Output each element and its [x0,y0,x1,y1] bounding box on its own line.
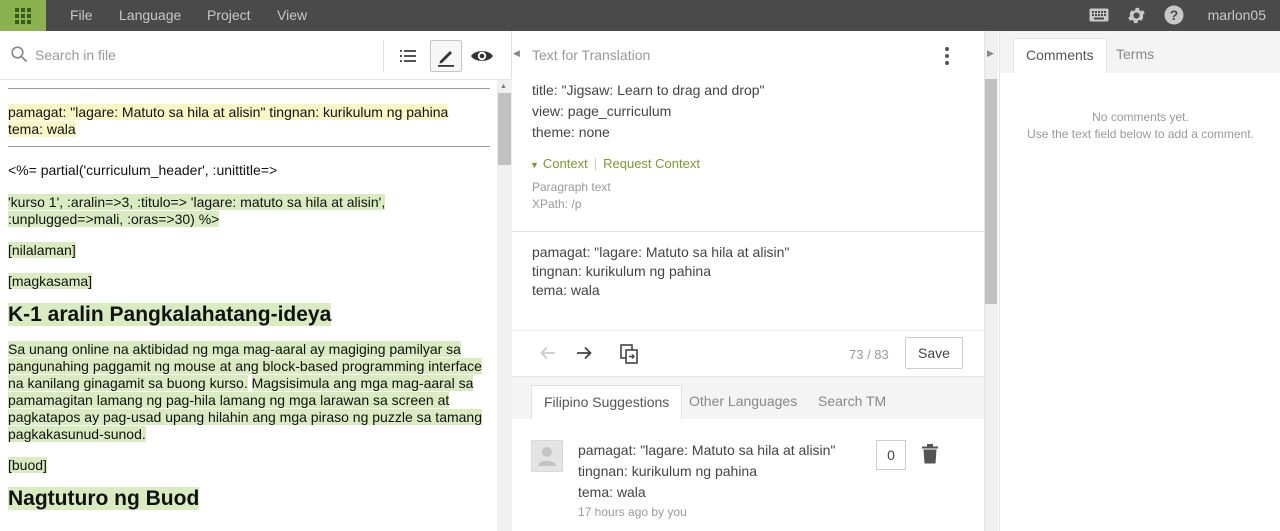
search-icon [11,46,28,63]
translation-editor[interactable]: pamagat: "lagare: Matuto sa hila at alis… [532,243,789,300]
list-view-button[interactable] [392,40,424,72]
tab-filipino-suggestions[interactable]: Filipino Suggestions [531,385,683,419]
editor-divider [512,330,984,331]
source-text: title: "Jigsaw: Learn to drag and drop" … [532,82,765,140]
menu-project[interactable]: Project [207,0,251,31]
translation-scroll-thumb[interactable] [985,79,997,304]
doc-heading-overview[interactable]: K-1 aralin Pangkalahatang-ideya [8,302,490,328]
request-context-link[interactable]: Request Context [603,156,700,171]
avatar [531,440,563,472]
suggestion-text[interactable]: pamagat: "lagare: Matuto sa hila at alis… [578,440,835,503]
doc-paragraph-nilalaman[interactable]: [nilalaman] [8,242,490,259]
context-meta: Paragraph text XPath: /p [532,179,611,213]
doc-front-matter[interactable]: pamagat: "lagare: Matuto sa hila at alis… [8,104,490,138]
doc-paragraph-partial[interactable]: <%= partial('curriculum_header', :unitti… [8,162,490,179]
tab-comments[interactable]: Comments [1013,38,1107,73]
string-counter: 73 / 83 [849,347,889,362]
next-arrow-icon[interactable] [574,343,594,363]
context-toggle[interactable]: Context [543,156,588,171]
collapse-right-icon[interactable]: ▶ [987,48,994,59]
empty-comments-message: No comments yet. Use the text field belo… [1027,110,1254,141]
save-button[interactable]: Save [905,337,963,369]
more-options-icon[interactable] [942,47,952,65]
tab-other-languages[interactable]: Other Languages [677,385,809,419]
doc-paragraph-magkasama[interactable]: [magkasama] [8,273,490,290]
caret-down-icon[interactable]: ▼ [530,160,539,170]
previous-arrow-icon[interactable] [538,343,558,363]
eye-icon [471,51,493,61]
username[interactable]: marlon05 [1208,0,1266,31]
comments-panel: Comments Terms No comments yet. Use the … [999,31,1280,531]
gear-icon[interactable] [1126,5,1147,26]
keyboard-icon[interactable] [1089,8,1109,22]
preview-button[interactable] [466,40,498,72]
context-separator: | [593,156,598,171]
doc-heading-summary[interactable]: Nagtuturo ng Buod [8,486,490,512]
vote-count[interactable]: 0 [876,440,906,470]
apps-grid-icon[interactable] [0,0,46,31]
file-panel: pamagat: "lagare: Matuto sa hila at alis… [0,31,512,531]
document-scroll-thumb[interactable] [498,93,511,165]
tab-terms[interactable]: Terms [1104,38,1166,73]
context-type: Paragraph text [532,180,611,194]
comment-tabs: Comments Terms [1000,31,1280,73]
suggestion-timestamp: 17 hours ago by you [578,505,687,519]
edit-view-button[interactable] [430,40,462,72]
help-icon[interactable]: ? [1164,5,1184,25]
doc-paragraph-kurso[interactable]: 'kurso 1', :aralin=>3, :titulo=> 'lagare… [8,194,490,228]
tab-search-tm[interactable]: Search TM [806,385,898,419]
menu-view[interactable]: View [277,0,307,31]
copy-source-icon[interactable] [618,343,640,365]
suggestions-area: Filipino Suggestions Other Languages Sea… [512,376,984,531]
doc-paragraph-overview[interactable]: Sa unang online na aktibidad ng mga mag-… [8,341,490,443]
search-input[interactable] [35,43,355,67]
trash-icon[interactable] [922,444,938,464]
divider [512,231,984,232]
suggestion-tabs: Filipino Suggestions Other Languages Sea… [512,377,984,419]
context-xpath: XPath: /p [532,197,582,211]
panel-title: Text for Translation [532,47,651,63]
document-preview: pamagat: "lagare: Matuto sa hila at alis… [8,80,490,531]
list-icon [400,50,416,62]
menu-file[interactable]: File [70,0,93,31]
user-silhouette-icon [538,447,556,466]
scroll-up-icon[interactable]: ▲ [500,83,507,90]
menu-language[interactable]: Language [119,0,181,31]
pencil-icon [438,51,454,67]
context-row: ▼ Context | Request Context [530,156,700,171]
svg-text:?: ? [1170,7,1179,23]
toolbar-divider [383,40,384,72]
top-bar: File Language Project View ? marlon05 [0,0,1280,31]
file-search-bar [0,31,512,80]
doc-paragraph-buod[interactable]: [buod] [8,457,490,474]
translation-panel: Text for Translation title: "Jigsaw: Lea… [512,31,984,531]
